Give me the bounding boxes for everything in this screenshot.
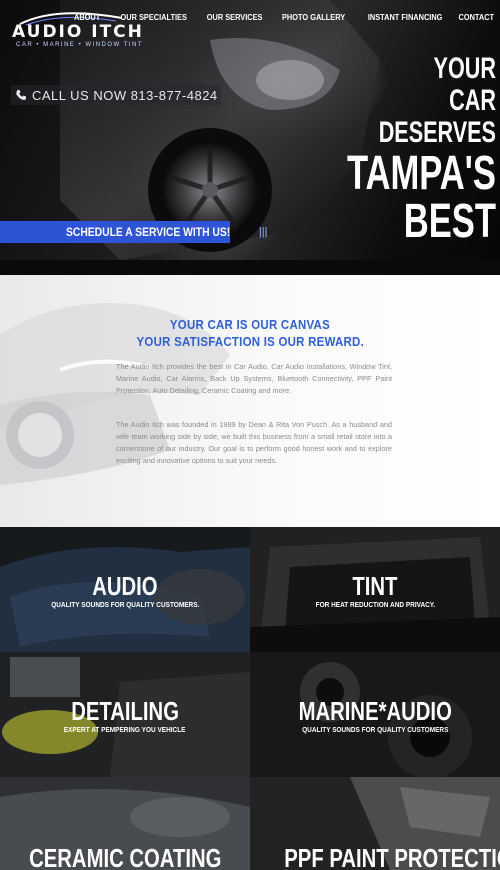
schedule-service-label: SCHEDULE A SERVICE WITH US!	[66, 225, 231, 239]
hero-section: AUDIO ITCH CAR • MARINE • WINDOW TINT AB…	[0, 0, 500, 275]
logo-text: AUDIO ITCH	[12, 22, 144, 42]
headline-line-2: CAR	[449, 84, 496, 117]
nav-our-services[interactable]: OUR SERVICES	[202, 12, 266, 22]
service-subtitle: EXPERT AT PEMPERING YOU VEHICLE	[64, 725, 186, 734]
schedule-service-button[interactable]: SCHEDULE A SERVICE WITH US! |||	[0, 221, 267, 243]
service-title: TINT	[352, 571, 398, 601]
service-title: PPF PAINT PROTECTION	[284, 843, 500, 870]
nav-our-specialties[interactable]: OUR SPECIALTIES	[117, 12, 192, 22]
nav-photo-gallery[interactable]: PHOTO GALLERY	[278, 12, 350, 22]
service-tile-marine-audio[interactable]: MARINE*AUDIO QUALITY SOUNDS FOR QUALITY …	[250, 652, 500, 777]
headline-line-3: DESERVES	[378, 116, 496, 149]
service-title: MARINE*AUDIO	[298, 696, 452, 726]
service-tile-audio[interactable]: AUDIO QUALITY SOUNDS FOR QUALITY CUSTOME…	[0, 527, 250, 652]
service-subtitle: QUALITY SOUNDS FOR QUALITY CUSTOMERS.	[50, 600, 200, 609]
about-title-line-2: YOUR SATISFACTION IS OUR REWARD.	[136, 334, 364, 349]
headline-line-1: YOUR	[433, 52, 496, 85]
service-title: DETAILING	[71, 696, 179, 726]
nav-instant-financing[interactable]: INSTANT FINANCING	[363, 12, 446, 22]
nav-contact[interactable]: CONTACT	[454, 12, 498, 22]
service-subtitle: FOR HEAT REDUCTION AND PRIVACY.	[315, 600, 435, 609]
about-title-line-1: YOUR CAR IS OUR CANVAS	[169, 317, 331, 332]
service-tile-ppf-paint-protection[interactable]: PPF PAINT PROTECTION	[250, 777, 500, 870]
service-title: AUDIO	[92, 571, 158, 601]
service-subtitle: QUALITY SOUNDS FOR QUALITY CUSTOMERS	[301, 725, 449, 734]
service-tile-tint[interactable]: TINT FOR HEAT REDUCTION AND PRIVACY.	[250, 527, 500, 652]
nav-about[interactable]: ABOUT	[69, 12, 104, 22]
service-tile-ceramic-coating[interactable]: CERAMIC COATING	[0, 777, 250, 870]
about-paragraph-1: The Audio Itch provides the best in Car …	[116, 362, 392, 395]
about-car-image	[0, 303, 230, 485]
schedule-bars-icon: |||	[258, 226, 268, 238]
service-tile-detailing[interactable]: DETAILING EXPERT AT PEMPERING YOU VEHICL…	[0, 652, 250, 777]
logo-tagline: CAR • MARINE • WINDOW TINT	[16, 42, 144, 48]
call-us-text: CALL US NOW 813-877-4824	[32, 87, 218, 103]
headline-line-5: BEST	[403, 195, 496, 248]
phone-icon	[16, 90, 26, 100]
hero-headline: YOUR CAR DESERVES TAMPA'S BEST	[289, 54, 496, 246]
about-paragraph-2: The Audio Itch was founded in 1989 by De…	[116, 420, 392, 465]
main-nav: ABOUT OUR SPECIALTIES OUR SERVICES PHOTO…	[64, 12, 498, 22]
headline-line-4: TAMPA'S	[346, 147, 496, 200]
service-title: CERAMIC COATING	[28, 843, 222, 870]
call-us-link[interactable]: CALL US NOW 813-877-4824	[11, 85, 221, 105]
about-section: YOUR CAR IS OUR CANVAS YOUR SATISFACTION…	[0, 275, 500, 527]
